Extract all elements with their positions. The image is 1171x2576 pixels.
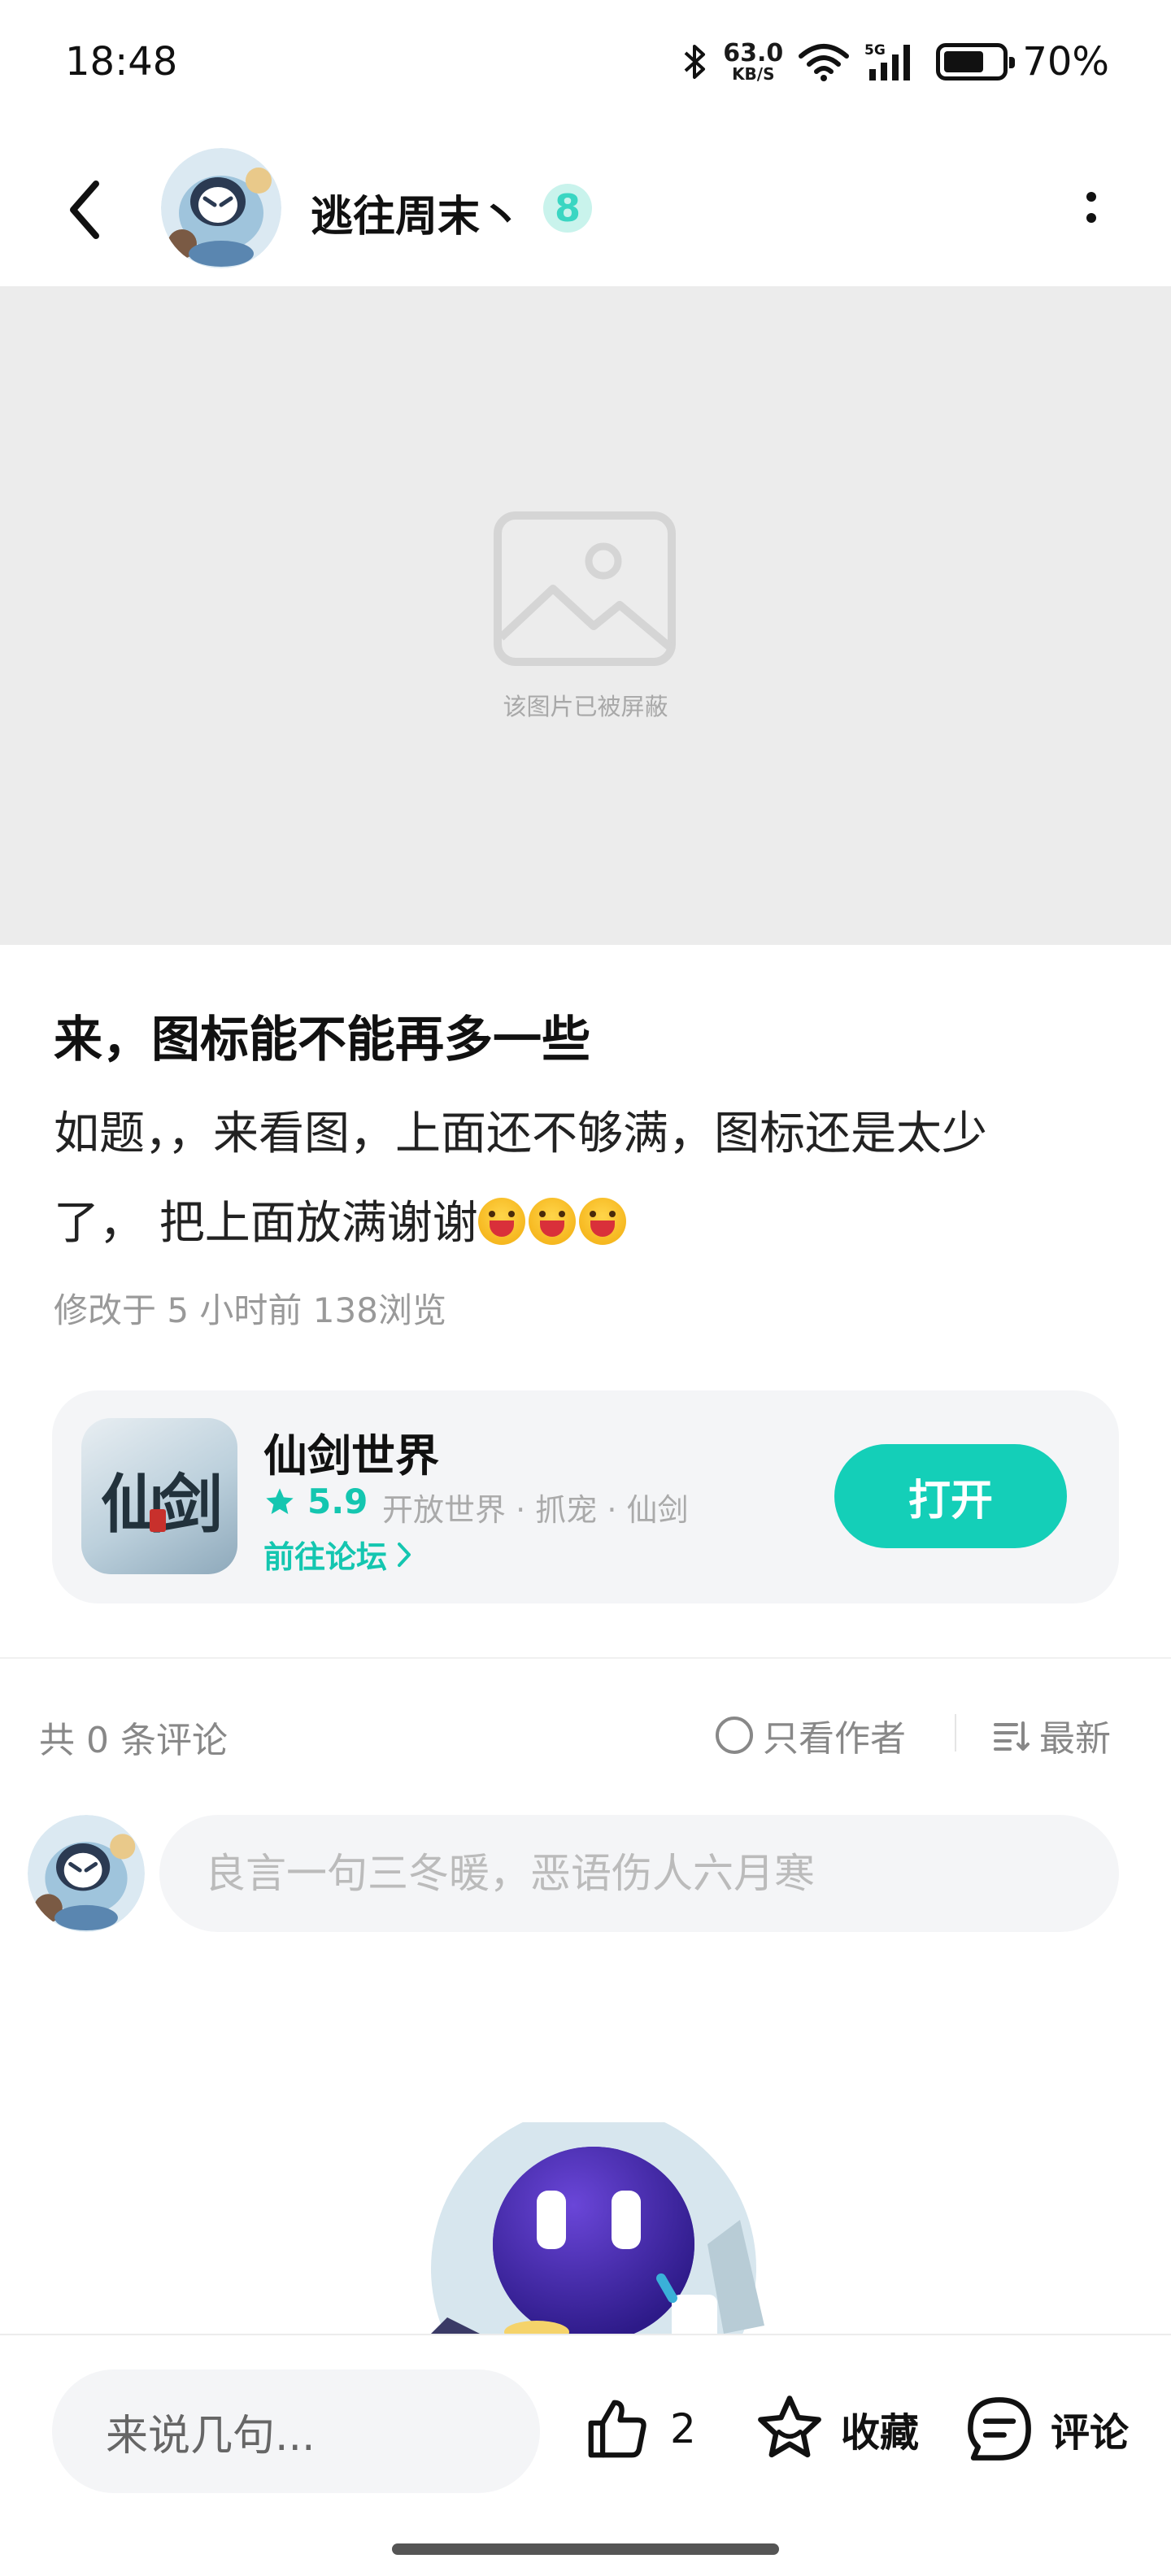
post-header: 逃往周末丶 8 [0,130,1171,285]
network-speed: 63.0 KB/S [723,39,784,84]
laughing-emoji-icon [528,1198,576,1245]
level-badge: 8 [543,184,592,233]
home-indicator[interactable] [392,2543,779,2555]
battery-icon [936,43,1016,80]
star-icon [266,1487,294,1514]
laughing-emoji-icon [477,1198,525,1245]
battery-percent: 70% [1022,39,1109,85]
status-icons: 63.0 KB/S 5G 70% [682,37,1109,86]
comment-bubble-icon [968,2397,1031,2461]
chevron-right-icon [398,1542,411,1567]
status-bar: 18:48 63.0 KB/S 5G 70% [0,0,1171,130]
post-body-line: 了， 把上面放满谢谢 [54,1179,1111,1268]
comment-button[interactable]: 评论 [963,2384,1129,2474]
status-time: 18:48 [65,39,178,85]
avatar-image [28,1815,145,1932]
wifi-icon [799,44,850,81]
game-icon[interactable]: 仙剑 [81,1418,237,1574]
like-count: 2 [670,2405,696,2452]
avatar-image [161,148,281,268]
comment-input[interactable] [159,1815,1119,1932]
open-game-button[interactable]: 打开 [834,1444,1067,1548]
game-rating: 5.9 [263,1482,368,1521]
user-avatar[interactable] [28,1815,145,1932]
game-score: 5.9 [307,1482,368,1521]
bluetooth-icon [684,45,706,79]
radio-icon [716,1717,753,1754]
game-card[interactable]: 仙剑 仙剑世界 5.9 开放世界 · 抓宠 · 仙剑 前往论坛 打开 [52,1390,1119,1603]
post-body-line: 如题，，来看图，上面还不够满，图标还是太少 [54,1107,987,1160]
mascot-image [431,2122,764,2334]
section-divider [0,1657,1171,1659]
author-avatar[interactable] [161,148,281,268]
sort-latest-button[interactable]: 最新 [992,1709,1111,1761]
5g-signal-icon: 5G [864,42,911,80]
quick-comment-input[interactable]: 来说几句... [52,2369,540,2493]
game-icon-seal [150,1509,166,1532]
blocked-image-text: 该图片已被屏蔽 [503,693,668,720]
chevron-left-icon [70,181,99,239]
post-meta: 修改于 5 小时前 138浏览 [54,1290,446,1330]
svg-text:5G: 5G [864,42,886,59]
emoji-group [477,1197,629,1250]
game-tags: 开放世界 · 抓宠 · 仙剑 [382,1492,689,1528]
author-only-toggle[interactable]: 只看作者 [716,1709,906,1761]
bottom-action-bar: 来说几句... 2 收藏 评论 [0,2334,1171,2576]
comment-count: 共 0 条评论 [39,1720,228,1761]
laughing-emoji-icon [578,1198,626,1245]
like-button[interactable]: 2 [582,2384,696,2474]
favorite-button[interactable]: 收藏 [753,2384,919,2474]
game-name[interactable]: 仙剑世界 [263,1420,439,1484]
thumbs-up-icon [588,2400,646,2458]
empty-state-mascot [431,2122,773,2334]
author-username[interactable]: 逃往周末丶 [311,182,522,243]
blocked-image[interactable]: 该图片已被屏蔽 [0,286,1171,945]
forum-link[interactable]: 前往论坛 [263,1532,413,1577]
more-options-button[interactable] [1077,179,1106,236]
star-outline-icon [758,2395,821,2458]
sort-icon [994,1721,1030,1751]
back-button[interactable] [49,169,122,250]
post-body: 如题，，来看图，上面还不够满，图标还是太少 了， 把上面放满谢谢 [54,1090,1111,1268]
post-title: 来，图标能不能再多一些 [54,1012,590,1068]
image-placeholder-icon [494,511,676,666]
sort-divider [955,1714,956,1751]
